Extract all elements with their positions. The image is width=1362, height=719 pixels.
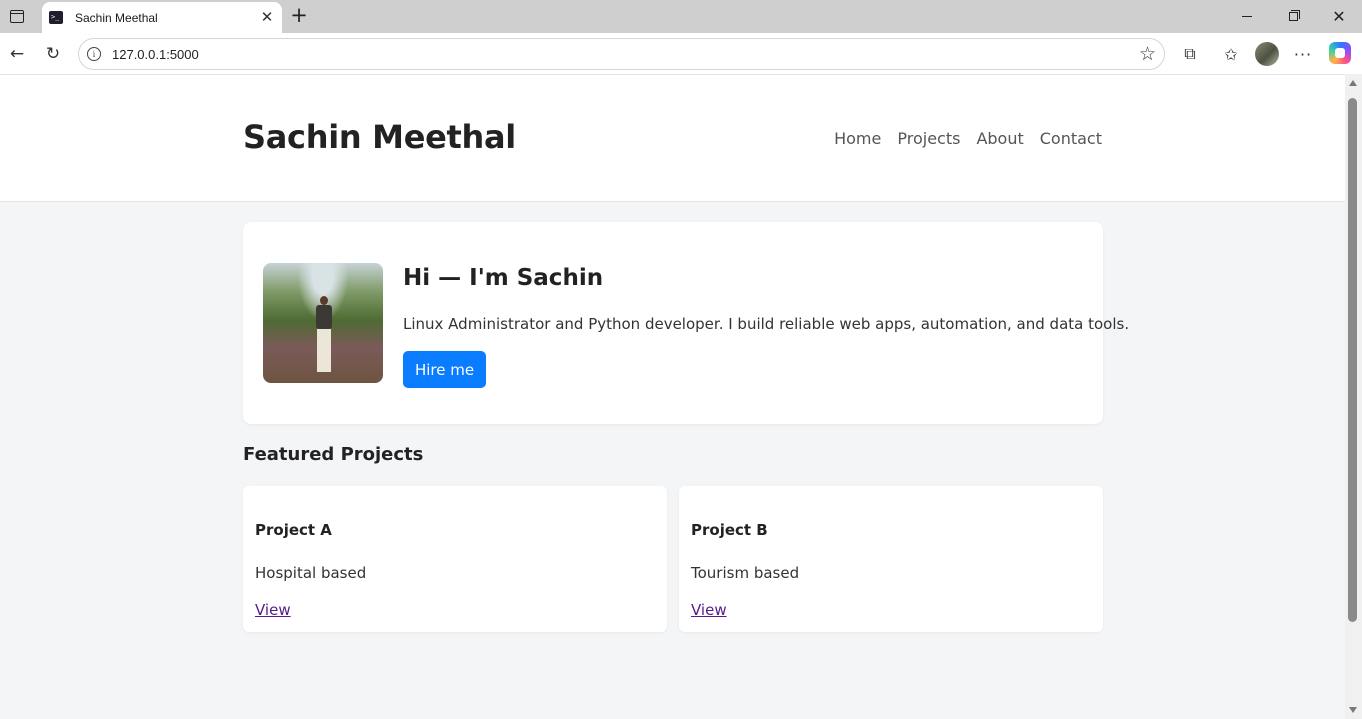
nav-about-link[interactable]: About bbox=[976, 129, 1023, 148]
terminal-favicon-icon: >_ bbox=[49, 11, 63, 24]
reload-icon: ↻ bbox=[45, 44, 61, 64]
close-tab-icon[interactable]: ✕ bbox=[259, 9, 275, 25]
extensions-button[interactable]: ⧉ bbox=[1177, 41, 1203, 67]
favorites-list-icon: ✩ bbox=[1224, 44, 1238, 64]
close-window-button[interactable]: ✕ bbox=[1316, 0, 1362, 33]
project-view-link[interactable]: View bbox=[255, 601, 291, 619]
site-brand[interactable]: Sachin Meethal bbox=[243, 118, 516, 156]
site-header: Sachin Meethal Home Projects About Conta… bbox=[0, 75, 1345, 202]
favorite-star-icon[interactable]: ☆ bbox=[1139, 43, 1156, 65]
hero-card: Hi — I'm Sachin Linux Administrator and … bbox=[243, 222, 1129, 424]
new-tab-button[interactable]: + bbox=[288, 5, 310, 27]
restore-button[interactable] bbox=[1270, 0, 1316, 33]
project-card: Project B Tourism based View bbox=[679, 486, 1103, 632]
profile-photo bbox=[263, 263, 383, 383]
scroll-down-icon[interactable] bbox=[1349, 707, 1357, 713]
hire-me-button[interactable]: Hire me bbox=[403, 351, 486, 388]
site-nav: Home Projects About Contact bbox=[834, 129, 1102, 148]
tab-bar: >_ Sachin Meethal ✕ + ✕ bbox=[0, 0, 1362, 33]
tab-actions-icon bbox=[10, 9, 24, 23]
reload-button[interactable]: ↻ bbox=[40, 41, 66, 67]
vertical-scrollbar[interactable] bbox=[1345, 74, 1362, 719]
featured-projects-title: Featured Projects bbox=[243, 444, 424, 465]
page-viewport: Sachin Meethal Home Projects About Conta… bbox=[0, 74, 1345, 719]
nav-home-link[interactable]: Home bbox=[834, 129, 881, 148]
restore-icon bbox=[1288, 10, 1300, 21]
arrow-left-icon: ← bbox=[9, 44, 25, 64]
address-bar[interactable]: i 127.0.0.1:5000 ☆ bbox=[78, 38, 1165, 70]
hero-heading: Hi — I'm Sachin bbox=[403, 265, 604, 291]
scrollbar-thumb[interactable] bbox=[1348, 98, 1357, 622]
tab-actions-button[interactable] bbox=[5, 5, 29, 27]
project-title: Project A bbox=[255, 521, 332, 539]
person-figure bbox=[316, 296, 332, 374]
site-info-icon[interactable]: i bbox=[87, 47, 101, 61]
tab-title: Sachin Meethal bbox=[75, 10, 158, 25]
scroll-up-icon[interactable] bbox=[1349, 80, 1357, 86]
minimize-button[interactable] bbox=[1224, 0, 1270, 33]
nav-projects-link[interactable]: Projects bbox=[897, 129, 960, 148]
project-card: Project A Hospital based View bbox=[243, 486, 667, 632]
project-description: Hospital based bbox=[255, 564, 367, 582]
back-button[interactable]: ← bbox=[4, 41, 30, 67]
url-text[interactable]: 127.0.0.1:5000 bbox=[112, 47, 199, 62]
project-title: Project B bbox=[691, 521, 768, 539]
puzzle-icon: ⧉ bbox=[1184, 44, 1196, 63]
profile-avatar[interactable] bbox=[1255, 42, 1279, 66]
minimize-icon bbox=[1242, 16, 1252, 17]
nav-contact-link[interactable]: Contact bbox=[1040, 129, 1102, 148]
browser-toolbar: ← ↻ i 127.0.0.1:5000 ☆ ⧉ ✩ ··· bbox=[0, 33, 1362, 74]
project-view-link[interactable]: View bbox=[691, 601, 727, 619]
hero-description: Linux Administrator and Python developer… bbox=[403, 315, 1130, 333]
more-menu-button[interactable]: ··· bbox=[1290, 41, 1316, 67]
ellipsis-icon: ··· bbox=[1293, 44, 1313, 64]
favorites-button[interactable]: ✩ bbox=[1218, 41, 1244, 67]
project-description: Tourism based bbox=[691, 564, 800, 582]
browser-tab[interactable]: >_ Sachin Meethal ✕ bbox=[42, 2, 282, 33]
copilot-icon[interactable] bbox=[1329, 42, 1351, 64]
